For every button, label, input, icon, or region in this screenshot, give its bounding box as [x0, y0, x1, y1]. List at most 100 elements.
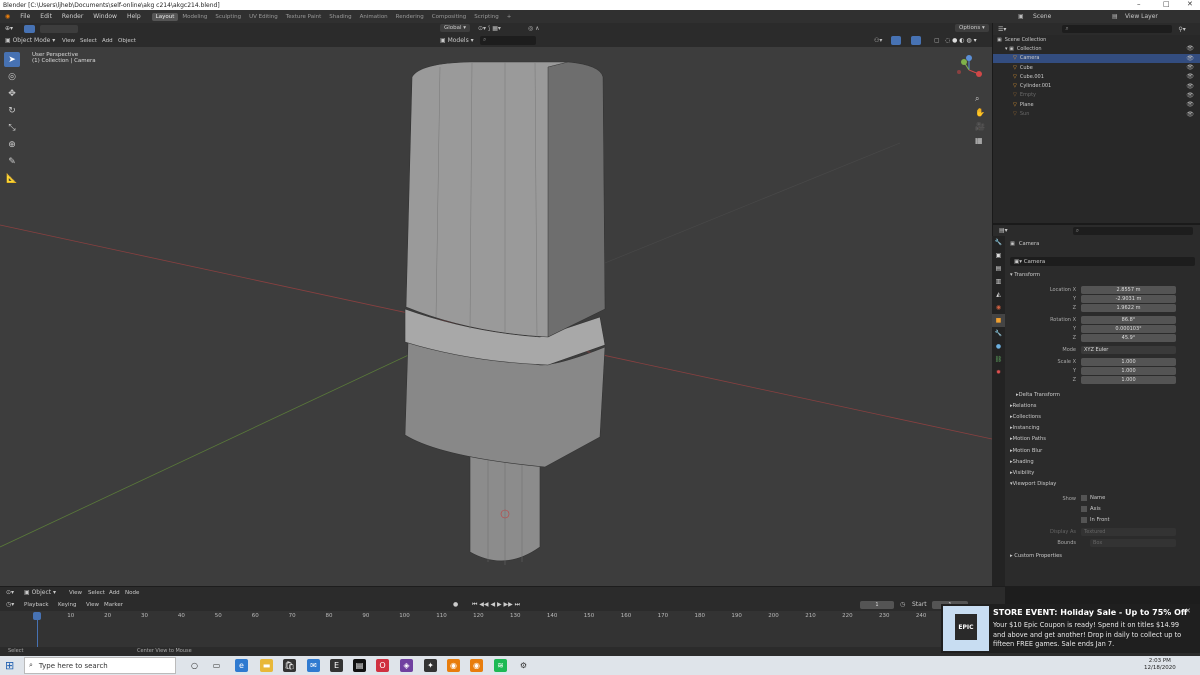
navigation-gizmo[interactable]: ⌕ ✋ 🎥 ▦ — [952, 52, 986, 145]
location-x-field[interactable]: 2.8557 m — [1081, 286, 1176, 294]
eye-icon[interactable]: 👁 — [1186, 73, 1194, 80]
app-icon-2[interactable]: ✦ — [424, 659, 437, 672]
transform-section-header[interactable]: ▾ Transform — [1010, 272, 1040, 278]
in-front-checkbox[interactable]: In Front — [1081, 517, 1110, 523]
editor-type-icon[interactable]: ⊕▾ — [5, 25, 13, 32]
proportional-edit-icon[interactable]: ◎ ∧ — [528, 25, 540, 32]
overlay-toggle-icon[interactable] — [911, 36, 921, 45]
rotation-mode-dropdown[interactable]: XYZ Euler — [1081, 346, 1176, 354]
scale-y-field[interactable]: 1.000 — [1081, 367, 1176, 375]
tab-animation[interactable]: Animation — [356, 13, 392, 21]
world-tab-icon[interactable]: ◉ — [992, 301, 1005, 314]
properties-search-input[interactable]: ⌕ — [1072, 226, 1193, 235]
tab-rendering[interactable]: Rendering — [392, 13, 428, 21]
rotation-x-field[interactable]: 86.8° — [1081, 316, 1176, 324]
visibility-icon[interactable]: ⚇▾ — [874, 37, 882, 44]
viewport-search-input[interactable]: ⌕ — [480, 36, 536, 45]
property-section-header[interactable]: ▸ Visibility — [1010, 470, 1034, 476]
transform-orientation-dropdown[interactable]: Global ▾ — [440, 24, 471, 32]
tool-tab-icon[interactable]: 🔧 — [992, 236, 1005, 249]
record-icon[interactable]: ● — [453, 601, 458, 608]
options-dropdown[interactable]: Options ▾ — [955, 24, 989, 32]
playback-menu[interactable]: Playback — [20, 602, 53, 608]
ortho-grid-icon[interactable]: ▦ — [975, 134, 985, 148]
rotation-y-field[interactable]: 0.000103° — [1081, 325, 1176, 333]
outliner-editor-icon[interactable]: ☰▾ — [998, 26, 1006, 33]
eye-icon[interactable]: 👁 — [1186, 83, 1194, 90]
tab-scripting[interactable]: Scripting — [470, 13, 502, 21]
shading-modes-icon[interactable]: ◌ ● ◐ ◍ ▾ — [945, 37, 977, 44]
tab-texture-paint[interactable]: Texture Paint — [282, 13, 326, 21]
measure-tool-icon[interactable]: 📐 — [4, 171, 20, 186]
scene-tab-icon[interactable]: ◭ — [992, 288, 1005, 301]
tab-sculpting[interactable]: Sculpting — [211, 13, 245, 21]
property-section-header[interactable]: ▸ Collections — [1010, 414, 1041, 420]
view-layer-name[interactable]: View Layer — [1125, 13, 1158, 20]
bounds-dropdown[interactable]: Box — [1090, 539, 1176, 547]
notification-toast[interactable]: EPIC STORE EVENT: Holiday Sale - Up to 7… — [941, 604, 1200, 653]
xray-icon[interactable]: ▢ — [934, 37, 940, 44]
scale-z-field[interactable]: 1.000 — [1081, 376, 1176, 384]
object-datablock-field[interactable]: ▣▾ Camera — [1010, 257, 1195, 266]
eye-icon[interactable]: 👁 — [1186, 64, 1194, 71]
particles-tab-icon[interactable]: ● — [992, 340, 1005, 353]
outliner-item[interactable]: ▽ Cylinder.001 👁 — [993, 81, 1200, 90]
toast-close-icon[interactable]: ✕ — [1185, 607, 1191, 615]
scene-name[interactable]: Scene — [1033, 13, 1051, 20]
menu-window[interactable]: Window — [88, 13, 122, 20]
show-name-checkbox[interactable]: Name — [1081, 495, 1105, 501]
constraints-tab-icon[interactable]: ⛓ — [992, 353, 1005, 366]
tab-uv-editing[interactable]: UV Editing — [245, 13, 282, 21]
eye-icon[interactable]: 👁 — [1186, 92, 1194, 99]
view-layer-tab-icon[interactable]: ▥ — [992, 275, 1005, 288]
property-section-header[interactable]: ▸ Delta Transform — [1016, 392, 1060, 398]
move-tool-icon[interactable]: ✥ — [4, 86, 20, 101]
settings-gear-icon[interactable]: ⚙ — [517, 659, 530, 672]
menu-render[interactable]: Render — [57, 13, 88, 20]
outliner-item[interactable]: ▽ Cube 👁 — [993, 63, 1200, 72]
blender-taskbar-icon[interactable]: ◉ — [447, 659, 460, 672]
timeline[interactable]: 1102030405060708090100110120130140150160… — [0, 611, 1005, 647]
pivot-icon[interactable]: ⊙▾ ⟆ ▦▾ — [478, 25, 501, 32]
current-frame-field[interactable]: 1 — [860, 601, 894, 609]
custom-properties-section[interactable]: ▸ Custom Properties — [1010, 553, 1062, 559]
tab-layout[interactable]: Layout — [151, 12, 179, 21]
marker-menu[interactable]: Marker — [100, 602, 127, 608]
menu-file[interactable]: File — [15, 13, 35, 20]
keying-menu[interactable]: Keying — [54, 602, 80, 608]
select-box-icon[interactable] — [24, 25, 35, 33]
outliner-item[interactable]: ▽ Cube.001 👁 — [993, 72, 1200, 81]
zoom-icon[interactable]: ⌕ — [975, 92, 985, 106]
outliner-item[interactable]: ▽ Plane 👁 — [993, 100, 1200, 109]
selection-mode-buttons[interactable] — [40, 25, 78, 33]
outliner-search-input[interactable]: ⌕ — [1062, 25, 1173, 33]
property-section-header[interactable]: ▸ Motion Blur — [1010, 448, 1042, 454]
tab-shading[interactable]: Shading — [325, 13, 355, 21]
windows-start-icon[interactable]: ⊞ — [5, 659, 14, 672]
outliner-item[interactable]: ▽ Empty 👁 — [993, 91, 1200, 100]
tab-modeling[interactable]: Modeling — [178, 13, 211, 21]
node-editor-type-icon[interactable]: ⊙▾ — [6, 589, 14, 596]
output-tab-icon[interactable]: ▤ — [992, 262, 1005, 275]
location-y-field[interactable]: -2.9031 m — [1081, 295, 1176, 303]
maximize-icon[interactable]: □ — [1163, 0, 1170, 8]
cortana-icon[interactable]: ○ — [188, 659, 201, 672]
scale-x-field[interactable]: 1.000 — [1081, 358, 1176, 366]
property-section-header[interactable]: ▸ Shading — [1010, 459, 1034, 465]
file-explorer-icon[interactable]: ▬ — [260, 659, 273, 672]
edge-icon[interactable]: e — [235, 659, 248, 672]
blender-active-icon[interactable]: ◉ — [470, 659, 483, 672]
outliner-item[interactable]: ▽ Sun 👁 — [993, 109, 1200, 118]
epic-games-icon[interactable]: E — [330, 659, 343, 672]
store-icon[interactable]: 🛍 — [283, 659, 296, 672]
outliner-scene-collection[interactable]: ▣ Scene Collection — [993, 35, 1200, 44]
location-z-field[interactable]: 1.9622 m — [1081, 304, 1176, 312]
outliner-item[interactable]: ▽ Camera 👁 — [993, 53, 1200, 63]
mail-icon[interactable]: ✉ — [307, 659, 320, 672]
property-section-header[interactable]: ▾ Viewport Display — [1010, 481, 1056, 487]
scale-tool-icon[interactable]: ⤡ — [4, 120, 20, 135]
object-tab-icon[interactable]: ■ — [992, 314, 1005, 327]
eye-icon[interactable]: 👁 — [1186, 101, 1194, 108]
annotate-tool-icon[interactable]: ✎ — [4, 154, 20, 169]
close-icon[interactable]: ✕ — [1187, 0, 1193, 8]
